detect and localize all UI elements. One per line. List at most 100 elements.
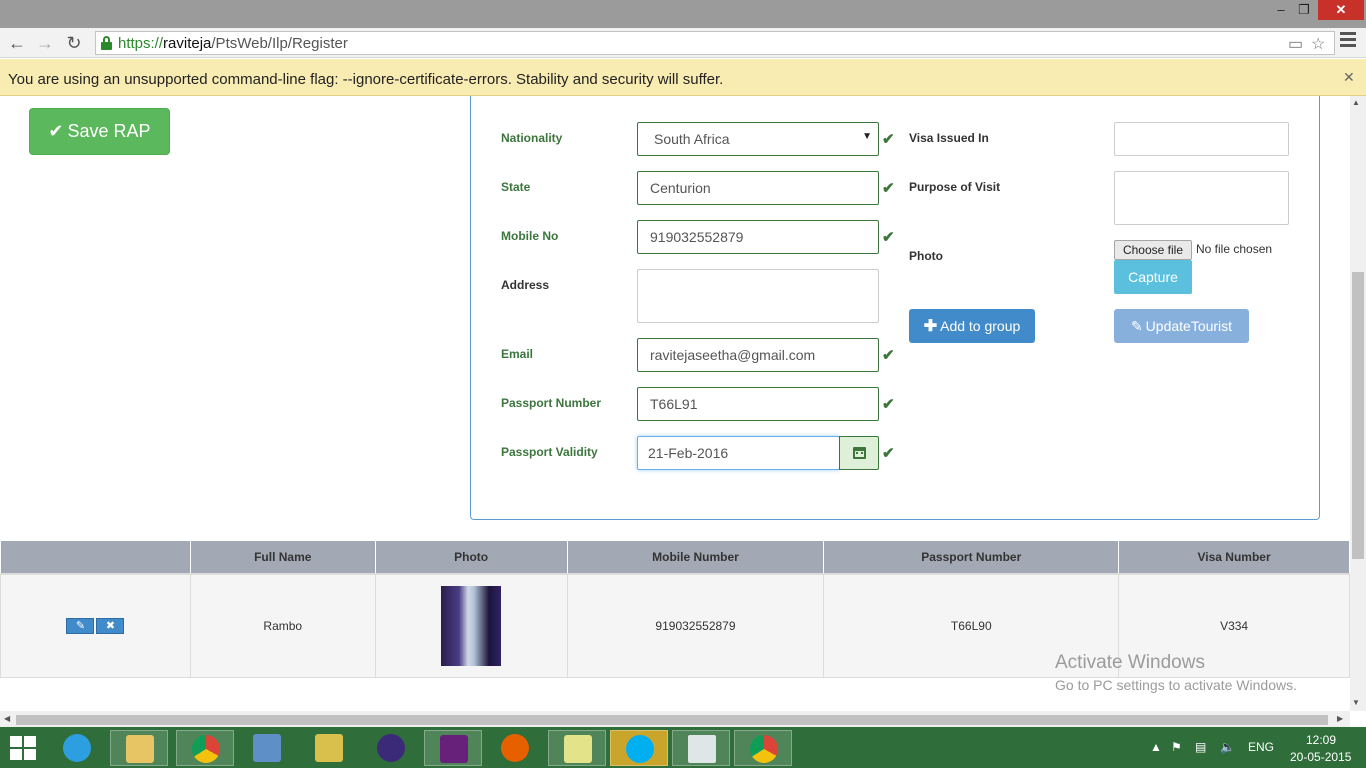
maximize-icon[interactable]: ❐ [1291,0,1317,20]
url-host: raviteja [163,35,212,52]
activate-windows-title: Activate Windows [1055,652,1205,673]
date-picker-button[interactable] [839,436,879,470]
col-header-full-name: Full Name [189,540,376,575]
email-input[interactable]: ravitejaseetha@gmail.com [637,338,879,372]
tourist-photo-thumbnail [441,585,502,666]
warning-infobar: You are using an unsupported command-lin… [0,59,1366,96]
save-rap-button[interactable]: ✔ Save RAP [29,108,170,155]
col-header-mobile: Mobile Number [566,540,825,575]
edit-row-pencil-icon[interactable]: ✎ [66,617,95,634]
infobar-close-icon[interactable]: ✕ [1343,69,1355,86]
taskbar-chrome-icon[interactable] [176,730,234,766]
col-header-photo: Photo [374,540,568,575]
col-header-passport: Passport Number [823,540,1120,575]
taskbar-visual-studio-icon[interactable] [424,730,482,766]
infobar-message: You are using an unsupported command-lin… [8,71,724,88]
row-actions-cell: ✎ ✖ [0,573,191,678]
tray-network-icon[interactable]: ▤ [1195,740,1206,754]
mobile-input[interactable]: 919032552879 [637,220,879,254]
horizontal-scroll-thumb[interactable] [16,715,1328,725]
tray-show-hidden-icon[interactable]: ▲ [1150,740,1162,754]
capture-button[interactable]: Capture [1114,260,1192,294]
check-icon: ✔ [48,121,64,141]
address-label: Address [501,278,550,292]
passport-validity-label: Passport Validity [501,445,598,459]
taskbar-document-app-icon[interactable] [672,730,730,766]
state-input[interactable]: Centurion [637,171,879,205]
valid-check-icon: ✔ [882,131,895,148]
scroll-up-arrow-icon[interactable]: ▲ [1352,98,1360,107]
photo-label: Photo [909,249,943,263]
address-bar[interactable]: https://raviteja/PtsWeb/Ilp/Register ▭ ☆ [95,31,1335,55]
bookmark-star-icon[interactable]: ☆ [1311,34,1325,54]
activate-windows-subtitle: Go to PC settings to activate Windows. [1055,677,1297,693]
visa-issued-label: Visa Issued In [909,131,989,145]
clock-time[interactable]: 12:09 [1306,733,1336,747]
nationality-label: Nationality [501,131,563,145]
tray-flag-icon[interactable]: ⚑ [1171,740,1182,754]
passport-number-label: Passport Number [501,396,602,410]
chevron-down-icon: ▼ [862,131,872,142]
tray-language[interactable]: ENG [1248,740,1274,754]
no-file-text: No file chosen [1196,242,1273,256]
taskbar-skype-icon[interactable] [610,730,668,766]
col-header-visa: Visa Number [1118,540,1350,575]
scroll-down-arrow-icon[interactable]: ▼ [1352,698,1360,707]
plus-icon: ✚ [923,318,938,335]
lock-icon [101,36,112,50]
url-path: /PtsWeb/Ilp/Register [211,35,348,52]
taskbar-chrome-2-icon[interactable] [734,730,792,766]
nationality-value: South Africa [654,131,730,147]
taskbar-firefox-icon[interactable] [486,730,544,766]
vertical-scroll-thumb[interactable] [1352,272,1364,559]
scroll-right-arrow-icon[interactable]: ▶ [1337,714,1343,723]
mobile-label: Mobile No [501,229,559,243]
taskbar-notes-app-icon[interactable] [548,730,606,766]
edit-icon: ✎ [1130,318,1143,334]
nationality-select[interactable]: South Africa ▼ [637,122,879,156]
valid-check-icon: ✔ [882,229,895,246]
update-tourist-label: UpdateTourist [1145,318,1233,334]
state-label: State [501,180,531,194]
scroll-left-arrow-icon[interactable]: ◀ [4,714,10,723]
save-rap-label: Save RAP [67,121,151,141]
valid-check-icon: ✔ [882,347,895,364]
update-tourist-button[interactable]: ✎ UpdateTourist [1114,309,1249,343]
purpose-label: Purpose of Visit [909,180,1001,194]
calendar-icon [853,447,866,459]
address-textarea[interactable] [637,269,879,323]
taskbar-network-app-icon[interactable] [238,730,296,766]
tray-volume-icon[interactable]: 🔈 [1220,740,1235,754]
passport-number-input[interactable]: T66L91 [637,387,879,421]
camera-blocked-icon[interactable]: ▭ [1288,34,1303,54]
windows-start-icon[interactable] [10,736,38,760]
email-label: Email [501,347,534,361]
passport-validity-input[interactable]: 21-Feb-2016 [637,436,840,470]
valid-check-icon: ✔ [882,396,895,413]
delete-row-x-icon[interactable]: ✖ [96,617,125,634]
reload-icon[interactable]: ↻ [62,31,86,55]
clock-date[interactable]: 20-05-2015 [1290,750,1351,764]
table-header-row: Full Name Photo Mobile Number Passport N… [0,540,1350,575]
choose-file-button[interactable]: Choose file [1114,240,1192,260]
forward-arrow-icon[interactable]: → [33,31,57,55]
browser-toolbar: ← → ↻ https://raviteja/PtsWeb/Ilp/Regist… [0,28,1366,58]
add-to-group-label: Add to group [940,318,1021,334]
add-to-group-button[interactable]: ✚ Add to group [909,309,1035,343]
purpose-textarea[interactable] [1114,171,1289,225]
url-text: https://raviteja/PtsWeb/Ilp/Register [118,35,348,52]
window-titlebar [0,0,1366,28]
taskbar-ie-icon[interactable] [48,730,106,766]
photo-cell [374,573,568,678]
close-window-icon[interactable]: ✕ [1318,0,1364,20]
col-header-actions [0,540,191,575]
valid-check-icon: ✔ [882,445,895,462]
back-arrow-icon[interactable]: ← [5,31,29,55]
chrome-menu-icon[interactable] [1340,32,1356,52]
taskbar-eclipse-icon[interactable] [362,730,420,766]
mobile-cell: 919032552879 [566,573,825,678]
taskbar-explorer-icon[interactable] [110,730,168,766]
visa-issued-input[interactable] [1114,122,1289,156]
valid-check-icon: ✔ [882,180,895,197]
taskbar-tools-app-icon[interactable] [300,730,358,766]
